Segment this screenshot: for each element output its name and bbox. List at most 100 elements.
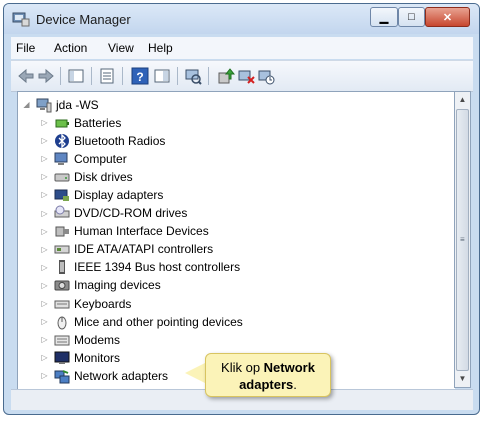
- tree-item[interactable]: ▷ DVD/CD-ROM drives: [40, 205, 187, 222]
- expand-arrow-icon[interactable]: ▷: [40, 245, 49, 254]
- menu-bar: File Action View Help: [11, 37, 473, 59]
- tree-item-label: Mice and other pointing devices: [74, 314, 243, 329]
- help-icon[interactable]: ?: [131, 67, 149, 85]
- modem-icon: [54, 335, 70, 346]
- tree-item-label: Keyboards: [74, 296, 132, 311]
- toolbar-separator: [122, 67, 123, 85]
- ide-controller-icon: [54, 245, 70, 254]
- tree-item-label: Monitors: [74, 350, 121, 365]
- show-hide-console-tree-icon[interactable]: [67, 67, 85, 85]
- tree-item[interactable]: ▷ IDE ATA/ATAPI controllers: [40, 241, 213, 258]
- hid-icon: [55, 226, 69, 237]
- tree-item-label: Network adapters: [74, 368, 169, 383]
- menu-file[interactable]: File: [16, 41, 35, 55]
- expand-arrow-icon[interactable]: ▷: [40, 371, 49, 380]
- device-tree: ◢ jda -WS ▷ Batteries ▷ Bluetooth Radios ▷ Co…: [17, 91, 455, 390]
- dvd-drive-icon: [54, 205, 70, 218]
- expand-arrow-icon[interactable]: ▷: [40, 227, 49, 236]
- computer-root-icon: [36, 98, 52, 112]
- scroll-up-icon[interactable]: ▲: [455, 92, 470, 108]
- network-adapter-icon: [54, 369, 70, 384]
- tree-item-label: IEEE 1394 Bus host controllers: [74, 260, 241, 275]
- battery-icon: [55, 119, 69, 127]
- close-button[interactable]: ✕: [425, 7, 470, 27]
- tree-item[interactable]: ▷ Batteries: [40, 114, 121, 131]
- disable-device-icon[interactable]: [257, 67, 275, 85]
- tree-item-label: Imaging devices: [74, 278, 161, 293]
- expand-arrow-icon[interactable]: ▷: [40, 317, 49, 326]
- forward-arrow-icon[interactable]: [37, 67, 55, 85]
- tree-item[interactable]: ▷ IEEE 1394 Bus host controllers: [40, 259, 240, 276]
- tree-item-label: Computer: [74, 151, 127, 166]
- keyboard-icon: [54, 300, 70, 308]
- tree-item-label: Batteries: [74, 115, 122, 130]
- instruction-callout: Klik op Network adapters.: [205, 353, 331, 397]
- uninstall-device-icon[interactable]: [237, 67, 255, 85]
- tree-item[interactable]: ▷ Modems: [40, 331, 120, 348]
- tree-item[interactable]: ▷ Display adapters: [40, 186, 163, 203]
- menu-help[interactable]: Help: [148, 41, 173, 55]
- mouse-icon: [57, 316, 67, 330]
- expand-arrow-icon[interactable]: ▷: [40, 263, 49, 272]
- expand-arrow-icon[interactable]: ▷: [40, 190, 49, 199]
- tree-item[interactable]: ▷ Mice and other pointing devices: [40, 313, 243, 330]
- bluetooth-icon: [55, 133, 69, 149]
- expand-arrow-icon[interactable]: ▷: [40, 281, 49, 290]
- computer-icon: [54, 152, 68, 165]
- tree-item[interactable]: ▷ Monitors: [40, 349, 120, 366]
- scrollbar-thumb[interactable]: ≡: [456, 109, 469, 371]
- expand-arrow-icon[interactable]: ▷: [40, 353, 49, 362]
- tree-root-label: jda -WS: [56, 97, 99, 112]
- scan-hardware-changes-icon[interactable]: [184, 67, 202, 85]
- tree-item[interactable]: ▷ Disk drives: [40, 168, 133, 185]
- minimize-icon: ▁: [379, 11, 389, 24]
- window-title: Device Manager: [36, 12, 131, 27]
- disk-drive-icon: [54, 173, 70, 182]
- expand-arrow-icon[interactable]: ▷: [40, 172, 49, 181]
- scroll-down-icon[interactable]: ▼: [455, 371, 470, 387]
- tree-root[interactable]: ◢ jda -WS: [22, 96, 99, 113]
- expand-arrow-icon[interactable]: ▷: [40, 136, 49, 145]
- expand-arrow-icon[interactable]: ▷: [40, 335, 49, 344]
- tree-item[interactable]: ▷ Network adapters: [40, 367, 168, 384]
- title-bar[interactable]: Device Manager ▁ □ ✕: [4, 4, 479, 34]
- monitor-icon: [54, 351, 70, 364]
- minimize-button[interactable]: ▁: [370, 7, 398, 27]
- vertical-scrollbar[interactable]: ▲ ≡ ▼: [454, 91, 471, 388]
- tree-item[interactable]: ▷ Keyboards: [40, 295, 131, 312]
- toolbar-separator: [177, 67, 178, 85]
- expand-arrow-icon[interactable]: ▷: [40, 209, 49, 218]
- tree-item[interactable]: ▷ Bluetooth Radios: [40, 132, 165, 149]
- callout-prefix: Klik op: [221, 360, 264, 375]
- tree-item-label: Display adapters: [74, 187, 164, 202]
- toolbar: ?: [11, 60, 473, 92]
- tree-item-label: Human Interface Devices: [74, 224, 209, 239]
- back-arrow-icon[interactable]: [17, 67, 35, 85]
- expand-arrow-icon[interactable]: ▷: [40, 299, 49, 308]
- menu-view[interactable]: View: [108, 41, 134, 55]
- display-adapter-icon: [54, 189, 69, 201]
- collapse-arrow-icon[interactable]: ◢: [22, 100, 31, 109]
- tree-item[interactable]: ▷ Computer: [40, 150, 127, 167]
- expand-arrow-icon[interactable]: ▷: [40, 154, 49, 163]
- properties-icon[interactable]: [98, 67, 116, 85]
- tree-item[interactable]: ▷ Human Interface Devices: [40, 223, 209, 240]
- callout-pointer: [185, 363, 205, 383]
- ieee1394-icon: [59, 260, 65, 275]
- expand-arrow-icon[interactable]: ▷: [40, 118, 49, 127]
- maximize-button[interactable]: □: [398, 7, 425, 27]
- update-driver-icon[interactable]: [217, 67, 235, 85]
- action-pane-icon[interactable]: [153, 67, 171, 85]
- toolbar-separator: [60, 67, 61, 85]
- tree-item-label: IDE ATA/ATAPI controllers: [74, 242, 214, 257]
- tree-item-label: Disk drives: [74, 169, 133, 184]
- maximize-icon: □: [408, 11, 415, 23]
- camera-icon: [54, 280, 70, 291]
- menu-action[interactable]: Action: [54, 41, 87, 55]
- tree-item[interactable]: ▷ Imaging devices: [40, 277, 161, 294]
- tree-item-label: DVD/CD-ROM drives: [74, 206, 188, 220]
- device-manager-app-icon: [12, 12, 30, 27]
- toolbar-separator: [208, 67, 209, 85]
- svg-text:?: ?: [136, 70, 143, 84]
- tree-item-label: Bluetooth Radios: [74, 133, 166, 148]
